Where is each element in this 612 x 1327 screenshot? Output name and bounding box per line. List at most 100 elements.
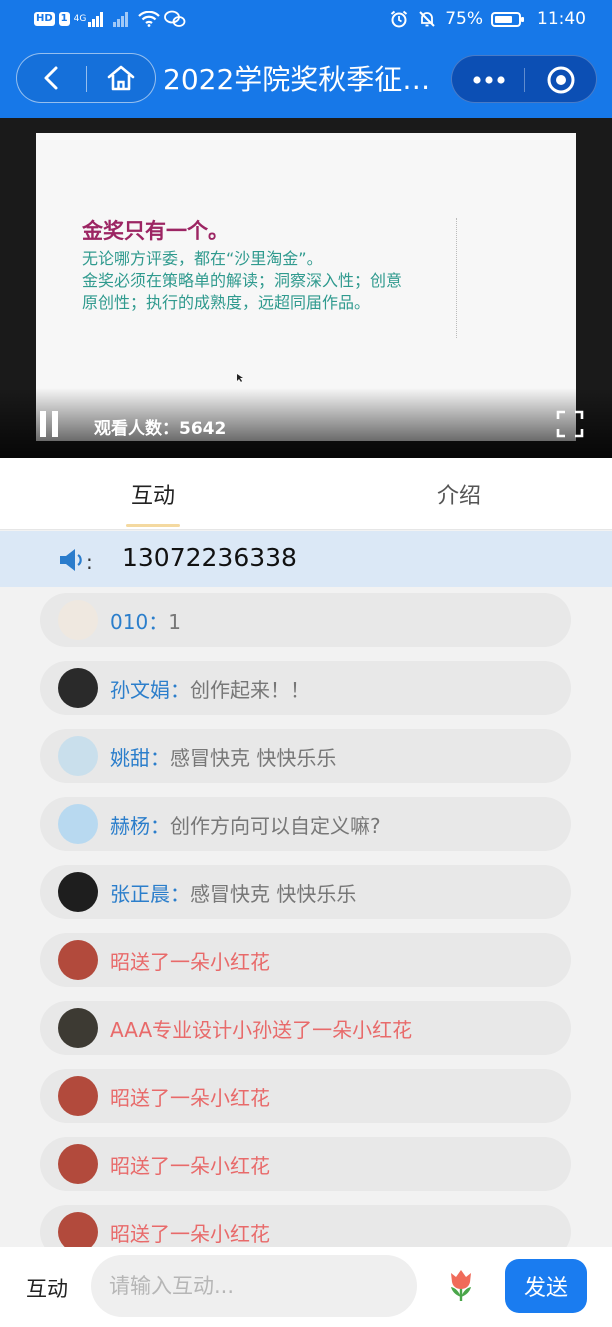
message-text: 010：1 xyxy=(110,606,181,635)
gift-message: 昭送了一朵小红花 xyxy=(40,1069,571,1123)
send-button[interactable]: 发送 xyxy=(505,1259,587,1313)
chat-message: 孙文娟：创作起来！！ xyxy=(40,661,571,715)
more-button[interactable] xyxy=(454,56,524,104)
chat-message: 010：1 xyxy=(40,593,571,647)
gift-message: 昭送了一朵小红花 xyxy=(40,933,571,987)
active-tab-indicator xyxy=(126,524,180,527)
clock: 11:40 xyxy=(537,9,586,29)
gift-text: AAA专业设计小孙送了一朵小红花 xyxy=(110,1017,413,1042)
message-text: AAA专业设计小孙送了一朵小红花 xyxy=(110,1014,412,1043)
gift-message: 昭送了一朵小红花 xyxy=(40,1205,571,1247)
wechat-icon xyxy=(164,10,186,27)
gift-text: 昭送了一朵小红花 xyxy=(110,1085,270,1110)
message-content: 1 xyxy=(168,609,181,634)
chat-message: 姚甜：感冒快克 快快乐乐 xyxy=(40,729,571,783)
mute-bell-icon xyxy=(419,11,435,27)
message-text: 孙文娟：创作起来！！ xyxy=(110,674,310,703)
name-separator: ： xyxy=(150,813,170,838)
signal-2-icon xyxy=(113,11,129,27)
avatar[interactable] xyxy=(58,1212,98,1247)
gift-message: AAA专业设计小孙送了一朵小红花 xyxy=(40,1001,571,1055)
cursor-icon xyxy=(237,374,243,382)
avatar[interactable] xyxy=(58,668,98,708)
tab-intro[interactable]: 介绍 xyxy=(306,458,612,530)
sender-name[interactable]: 赫杨 xyxy=(110,814,150,838)
target-icon xyxy=(547,66,575,94)
tab-bar: 互动 介绍 xyxy=(0,458,612,530)
avatar[interactable] xyxy=(58,1144,98,1184)
bottom-input-bar: 互动 发送 xyxy=(0,1247,612,1327)
battery-percent: 75% xyxy=(445,9,483,29)
more-dots-icon xyxy=(473,76,505,84)
avatar[interactable] xyxy=(58,600,98,640)
message-text: 赫杨：创作方向可以自定义嘛? xyxy=(110,810,381,839)
send-flower-button[interactable] xyxy=(445,1267,477,1303)
chat-message: 张正晨：感冒快克 快快乐乐 xyxy=(40,865,571,919)
message-content: 创作起来！！ xyxy=(190,677,310,702)
nav-capsule-right xyxy=(451,55,597,103)
slide-divider xyxy=(456,218,457,338)
slide-line: 原创性；执行的成熟度，远超同届作品。 xyxy=(82,293,371,312)
back-button[interactable] xyxy=(17,54,85,102)
sim-badge: 1 xyxy=(58,12,70,26)
sender-name[interactable]: 010 xyxy=(110,610,148,634)
home-icon xyxy=(107,65,135,91)
name-separator: ： xyxy=(150,745,170,770)
avatar[interactable] xyxy=(58,940,98,980)
close-miniprogram-button[interactable] xyxy=(526,56,596,104)
sender-name[interactable]: 张正晨 xyxy=(110,882,170,906)
chat-message: 赫杨：创作方向可以自定义嘛? xyxy=(40,797,571,851)
message-text: 张正晨：感冒快克 快快乐乐 xyxy=(110,878,356,907)
page-title: 2022学院奖秋季征… xyxy=(163,63,431,96)
sender-name[interactable]: 姚甜 xyxy=(110,746,150,770)
fullscreen-icon xyxy=(556,410,584,438)
home-button[interactable] xyxy=(87,54,155,102)
gift-text: 昭送了一朵小红花 xyxy=(110,949,270,974)
video-control-shade xyxy=(0,388,612,458)
announcement-bar: : 13072236338 xyxy=(0,531,612,587)
sender-name[interactable]: 孙文娟 xyxy=(110,678,170,702)
message-content: 感冒快克 快快乐乐 xyxy=(170,745,337,770)
message-text: 姚甜：感冒快克 快快乐乐 xyxy=(110,742,336,771)
network-type: 4G xyxy=(73,14,87,24)
battery-icon xyxy=(491,11,524,27)
gift-text: 昭送了一朵小红花 xyxy=(110,1153,270,1178)
gift-text: 昭送了一朵小红花 xyxy=(110,1221,270,1246)
tab-interact[interactable]: 互动 xyxy=(0,458,306,530)
name-separator: ： xyxy=(170,881,190,906)
tulip-icon xyxy=(451,1270,471,1301)
message-text: 昭送了一朵小红花 xyxy=(110,946,270,975)
name-separator: ： xyxy=(148,609,169,634)
capsule-divider xyxy=(524,68,525,92)
wifi-icon xyxy=(138,11,161,27)
slide-line: 金奖必须在策略单的解读；洞察深入性；创意 xyxy=(82,271,403,290)
message-content: 感冒快克 快快乐乐 xyxy=(190,881,357,906)
fullscreen-button[interactable] xyxy=(556,410,584,438)
viewer-count: 观看人数：5642 xyxy=(94,419,227,439)
nav-capsule-left xyxy=(16,53,156,103)
avatar[interactable] xyxy=(58,804,98,844)
svg-text::: : xyxy=(86,550,93,573)
chat-input[interactable] xyxy=(91,1255,417,1317)
chat-list[interactable]: 010：1 孙文娟：创作起来！！ 姚甜：感冒快克 快快乐乐 赫杨：创作方向可以自定义嘛… xyxy=(0,587,612,1247)
avatar[interactable] xyxy=(58,872,98,912)
avatar[interactable] xyxy=(58,736,98,776)
message-text: 昭送了一朵小红花 xyxy=(110,1150,270,1179)
video-player[interactable]: 金奖只有一个。 无论哪方评委，都在“沙里淘金”。 金奖必须在策略单的解读；洞察深… xyxy=(0,118,612,458)
slide-line: 无论哪方评委，都在“沙里淘金”。 xyxy=(82,249,323,268)
status-bar: HD 1 4G 75% 11:40 xyxy=(0,0,612,42)
pause-button[interactable] xyxy=(40,411,60,437)
signal-icon xyxy=(88,11,104,27)
input-label: 互动 xyxy=(26,1277,68,1301)
avatar[interactable] xyxy=(58,1076,98,1116)
alarm-icon xyxy=(391,10,408,28)
slide-title: 金奖只有一个。 xyxy=(82,219,229,243)
hd-badge: HD xyxy=(34,12,55,26)
message-content: 创作方向可以自定义嘛? xyxy=(170,813,381,838)
announcement-text: 13072236338 xyxy=(122,543,297,572)
name-separator: ： xyxy=(170,677,190,702)
avatar[interactable] xyxy=(58,1008,98,1048)
status-right: 75% 11:40 xyxy=(389,9,586,29)
gift-message: 昭送了一朵小红花 xyxy=(40,1137,571,1191)
app-header: HD 1 4G 75% 11:40 2022学院奖秋季征… xyxy=(0,0,612,118)
